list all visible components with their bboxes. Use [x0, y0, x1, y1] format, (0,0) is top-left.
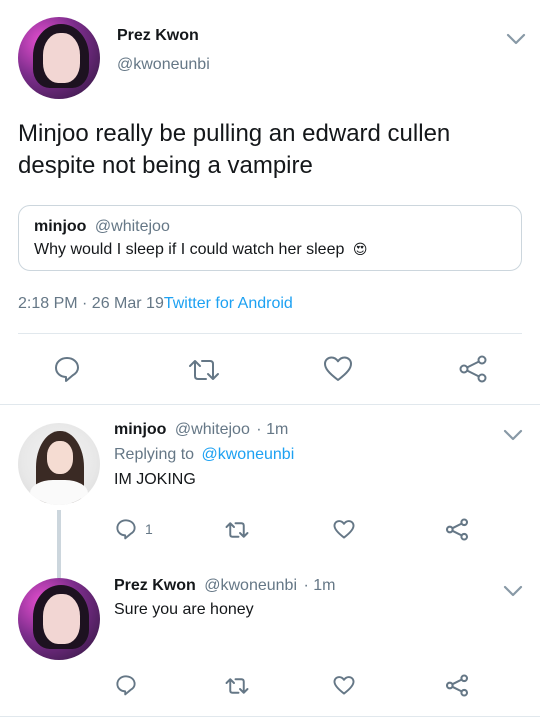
- share-icon[interactable]: [458, 355, 488, 383]
- tweet-age: · 1m: [256, 421, 289, 438]
- divider: [18, 333, 522, 334]
- share-icon[interactable]: [445, 674, 469, 697]
- replying-to-label: Replying to: [114, 446, 195, 463]
- avatar[interactable]: [18, 17, 100, 99]
- retweet-icon[interactable]: [225, 676, 249, 696]
- divider: [0, 716, 540, 717]
- retweet-icon[interactable]: [188, 357, 220, 383]
- tweet-timestamp: 2:18 PM · 26 Mar 19: [18, 295, 164, 312]
- chevron-down-icon[interactable]: [503, 428, 523, 442]
- reply-icon[interactable]: [53, 355, 81, 383]
- tweet-text-line2: despite not being a vampire: [18, 152, 313, 179]
- quoted-text: Why would I sleep if I could watch her s…: [34, 241, 345, 258]
- heart-icon[interactable]: [333, 519, 355, 540]
- tweet-text-line1: Minjoo really be pulling an edward culle…: [18, 120, 451, 147]
- reply-icon[interactable]: [115, 518, 137, 540]
- avatar[interactable]: [18, 423, 100, 505]
- author-handle[interactable]: @kwoneunbi: [117, 56, 210, 74]
- heart-eyes-emoji: 😍: [352, 241, 368, 257]
- retweet-icon[interactable]: [225, 520, 249, 540]
- author-handle[interactable]: @whitejoo: [175, 421, 250, 438]
- reply-text: Sure you are honey: [114, 601, 254, 618]
- share-icon[interactable]: [445, 518, 469, 541]
- thread-line: [57, 510, 61, 578]
- avatar[interactable]: [18, 578, 100, 660]
- tweet-age: · 1m: [303, 577, 336, 594]
- reply-icon[interactable]: [115, 674, 137, 696]
- author-name[interactable]: minjoo: [114, 421, 166, 438]
- divider: [0, 404, 540, 405]
- quoted-author-name: minjoo: [34, 218, 87, 235]
- tweet-source-link[interactable]: Twitter for Android: [164, 295, 293, 312]
- chevron-down-icon[interactable]: [503, 584, 523, 598]
- heart-icon[interactable]: [333, 675, 355, 696]
- heart-icon[interactable]: [323, 355, 353, 383]
- author-name[interactable]: Prez Kwon: [117, 27, 199, 45]
- quoted-tweet[interactable]: minjoo @whitejoo Why would I sleep if I …: [18, 205, 522, 271]
- quoted-author-handle: @whitejoo: [94, 218, 170, 235]
- author-name[interactable]: Prez Kwon: [114, 577, 196, 594]
- replying-to-handle[interactable]: @kwoneunbi: [202, 446, 295, 463]
- author-handle[interactable]: @kwoneunbi: [204, 577, 297, 594]
- reply-text: IM JOKING: [114, 471, 196, 488]
- chevron-down-icon[interactable]: [506, 32, 526, 46]
- reply-count: 1: [145, 521, 153, 537]
